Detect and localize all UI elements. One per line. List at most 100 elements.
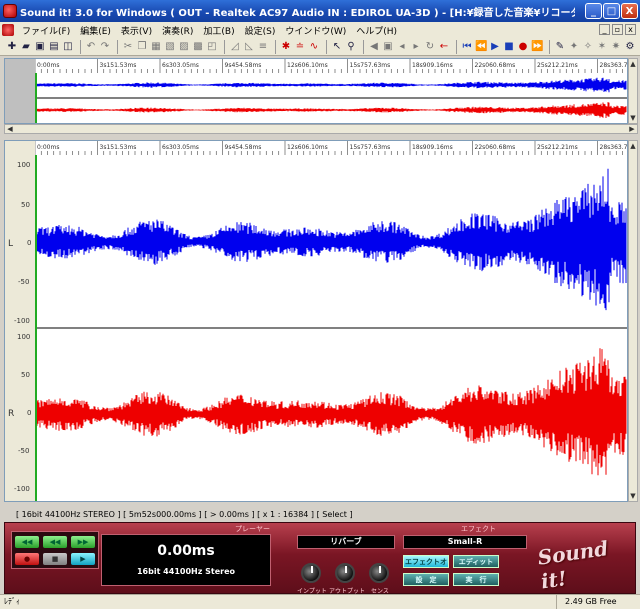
sense-knob[interactable]: [369, 563, 389, 583]
y-tick-label: -50: [18, 278, 30, 286]
amplitude-gutter: 100 50 0 -50 -100 100 50 0 -50 -100 L R: [5, 141, 35, 501]
select-right-icon[interactable]: ▸: [410, 41, 422, 53]
stop-button[interactable]: ■: [43, 553, 67, 565]
undo-icon[interactable]: ↶: [85, 41, 97, 53]
effect-on-button[interactable]: エフェクトオン: [403, 555, 449, 579]
fast-forward-button[interactable]: ▶▶: [71, 536, 95, 548]
edit-button[interactable]: エディット: [453, 555, 499, 568]
effect2-icon[interactable]: ✧: [582, 41, 594, 53]
record-icon[interactable]: ●: [517, 41, 529, 53]
open-icon[interactable]: ▰: [20, 41, 32, 53]
menu-file[interactable]: ファイル(F): [17, 24, 75, 37]
mdi-close-button[interactable]: x: [625, 24, 636, 35]
go-start-icon[interactable]: ◀: [368, 41, 380, 53]
mdi-restore-button[interactable]: ▫: [612, 24, 623, 35]
overview-ruler[interactable]: 0:00ms 3s151.53ms 6s303.05ms 9s454.58ms 12s6…: [35, 59, 627, 73]
pencil-icon[interactable]: ✎: [554, 41, 566, 53]
skip-start-button[interactable]: ◀◀: [15, 536, 39, 548]
mdi-minimize-button[interactable]: _: [599, 24, 610, 35]
menu-settings[interactable]: 設定(S): [240, 24, 281, 37]
app-icon[interactable]: [3, 4, 17, 18]
fade-out-icon[interactable]: ◺: [243, 41, 255, 53]
fast-forward-icon[interactable]: ⏩: [531, 41, 543, 53]
paste-icon[interactable]: ▦: [150, 41, 162, 53]
ruler-tick-label: 25s212.21ms: [537, 144, 578, 151]
scroll-right-icon[interactable]: ▶: [627, 125, 637, 133]
zoom-icon[interactable]: ⚲: [345, 41, 357, 53]
arrow-left-icon[interactable]: ←: [438, 41, 450, 53]
delete-icon[interactable]: ▧: [164, 41, 176, 53]
ruler-tick-label: 12s606.10ms: [287, 62, 328, 69]
menu-play[interactable]: 演奏(R): [157, 24, 198, 37]
menu-help[interactable]: ヘルプ(H): [351, 24, 402, 37]
menu-edit[interactable]: 編集(E): [75, 24, 116, 37]
document-icon[interactable]: [2, 24, 14, 36]
y-tick-label: 100: [17, 333, 31, 341]
wave-icon[interactable]: ∿: [308, 41, 320, 53]
window-title: Sound it! 3.0 for Windows ( OUT - Realte…: [20, 7, 575, 19]
scroll-down-icon[interactable]: ▼: [629, 491, 637, 501]
cut-icon[interactable]: ✂: [122, 41, 134, 53]
stop-icon[interactable]: ■: [503, 41, 515, 53]
scroll-down-icon[interactable]: ▼: [629, 113, 637, 123]
main-vscroll[interactable]: ▲ ▼: [628, 140, 638, 502]
menu-process[interactable]: 加工(B): [198, 24, 239, 37]
silence-icon[interactable]: ▨: [178, 41, 190, 53]
effect4-icon[interactable]: ✷: [610, 41, 622, 53]
mix-icon[interactable]: ▩: [192, 41, 204, 53]
player-panel: プレーヤー ◀◀ ◀◀ ▶▶ ● ■ ▶ 0.00ms 16bit 44100H…: [4, 522, 636, 595]
normalize-icon[interactable]: ≡: [257, 41, 269, 53]
play-icon[interactable]: ▶: [489, 41, 501, 53]
info-status-line: [ 16bit 44100Hz STEREO ] [ 5m52s000.00ms…: [4, 508, 628, 522]
pointer-icon[interactable]: ↖: [331, 41, 343, 53]
save-icon[interactable]: ▣: [34, 41, 46, 53]
menu-view[interactable]: 表示(V): [116, 24, 157, 37]
maximize-button[interactable]: □: [603, 3, 620, 19]
level-icon[interactable]: ≐: [294, 41, 306, 53]
settings-icon[interactable]: ⚙: [624, 41, 636, 53]
input-knob[interactable]: [301, 563, 321, 583]
reverb-display[interactable]: リバーブ: [297, 535, 395, 549]
main-ruler[interactable]: 0:00ms 3s151.53ms 6s303.05ms 9s454.58ms 12s6…: [35, 141, 627, 155]
main-wave-panel[interactable]: 100 50 0 -50 -100 100 50 0 -50 -100 L R …: [4, 140, 628, 502]
main-waveform[interactable]: [35, 155, 627, 501]
overview-vscroll[interactable]: ▲ ▼: [628, 58, 638, 124]
rewind-icon[interactable]: ⏪: [475, 41, 487, 53]
close-button[interactable]: X: [621, 3, 638, 19]
overview-waveform[interactable]: [35, 73, 627, 123]
overview-panel[interactable]: 0:00ms 3s151.53ms 6s303.05ms 9s454.58ms 12s6…: [4, 58, 628, 124]
rewind-button[interactable]: ◀◀: [43, 536, 67, 548]
effect-name-display[interactable]: Small-R: [403, 535, 527, 549]
execute-button[interactable]: 実 行: [453, 573, 499, 586]
marker-icon[interactable]: ✱: [280, 41, 292, 53]
settings-button[interactable]: 設 定: [403, 573, 449, 586]
play-button[interactable]: ▶: [71, 553, 95, 565]
scroll-up-icon[interactable]: ▲: [629, 59, 637, 69]
toolbar-separator: [549, 39, 550, 54]
toolbar-separator: [224, 39, 225, 54]
crop-icon[interactable]: ◰: [206, 41, 218, 53]
fade-in-icon[interactable]: ◿: [229, 41, 241, 53]
toolbar-separator: [326, 39, 327, 54]
overview-hscroll[interactable]: ◀ ▶: [4, 124, 638, 134]
record-button[interactable]: ●: [15, 553, 39, 565]
loop-icon[interactable]: ↻: [424, 41, 436, 53]
properties-icon[interactable]: ◫: [62, 41, 74, 53]
ruler-tick-label: 9s454.58ms: [225, 144, 262, 151]
effect1-icon[interactable]: ✦: [568, 41, 580, 53]
redo-icon[interactable]: ↷: [99, 41, 111, 53]
minimize-button[interactable]: _: [585, 3, 602, 19]
menu-window[interactable]: ウインドウ(W): [280, 24, 351, 37]
print-icon[interactable]: ▤: [48, 41, 60, 53]
scroll-left-icon[interactable]: ◀: [5, 125, 15, 133]
select-left-icon[interactable]: ◂: [396, 41, 408, 53]
new-icon[interactable]: ✚: [6, 41, 18, 53]
y-tick-label: -100: [14, 317, 30, 325]
toolbar-separator: [117, 39, 118, 54]
output-knob[interactable]: [335, 563, 355, 583]
scroll-up-icon[interactable]: ▲: [629, 141, 637, 151]
select-all-icon[interactable]: ▣: [382, 41, 394, 53]
effect3-icon[interactable]: ✶: [596, 41, 608, 53]
skip-start-icon[interactable]: ⏮: [461, 41, 473, 53]
copy-icon[interactable]: ❐: [136, 41, 148, 53]
